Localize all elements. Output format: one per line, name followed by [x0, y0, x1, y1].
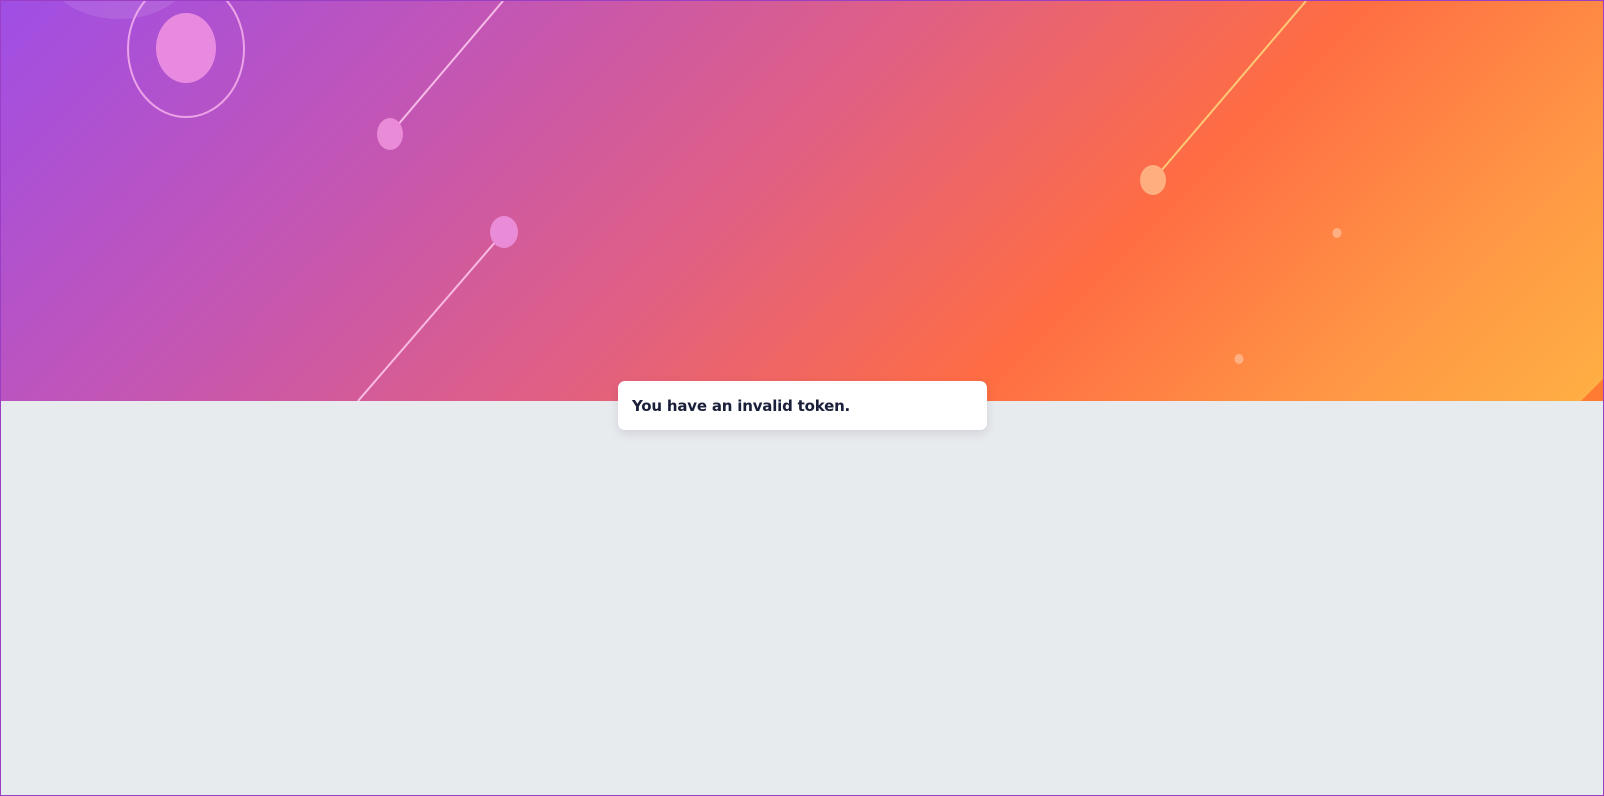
invalid-token-message: You have an invalid token. [632, 396, 851, 415]
decorative-line-icon [390, 1, 504, 134]
small-dot-icon [1234, 354, 1244, 364]
small-dot-icon [1332, 228, 1342, 238]
decorative-line-icon [357, 239, 498, 401]
content-area [1, 401, 1603, 795]
decorative-dot-icon [490, 216, 518, 248]
orbit-dot-icon [156, 13, 216, 83]
hero-banner [1, 1, 1603, 401]
invalid-token-card: You have an invalid token. [618, 381, 987, 430]
decorative-line-icon [1160, 1, 1307, 172]
corner-accent-icon [1581, 379, 1603, 401]
decorative-dot-icon [377, 118, 403, 150]
decorative-dot-icon [1140, 165, 1166, 195]
page-frame: You have an invalid token. [0, 0, 1604, 796]
hero-decorations [62, 1, 1603, 401]
faint-circle-icon [62, 1, 176, 19]
